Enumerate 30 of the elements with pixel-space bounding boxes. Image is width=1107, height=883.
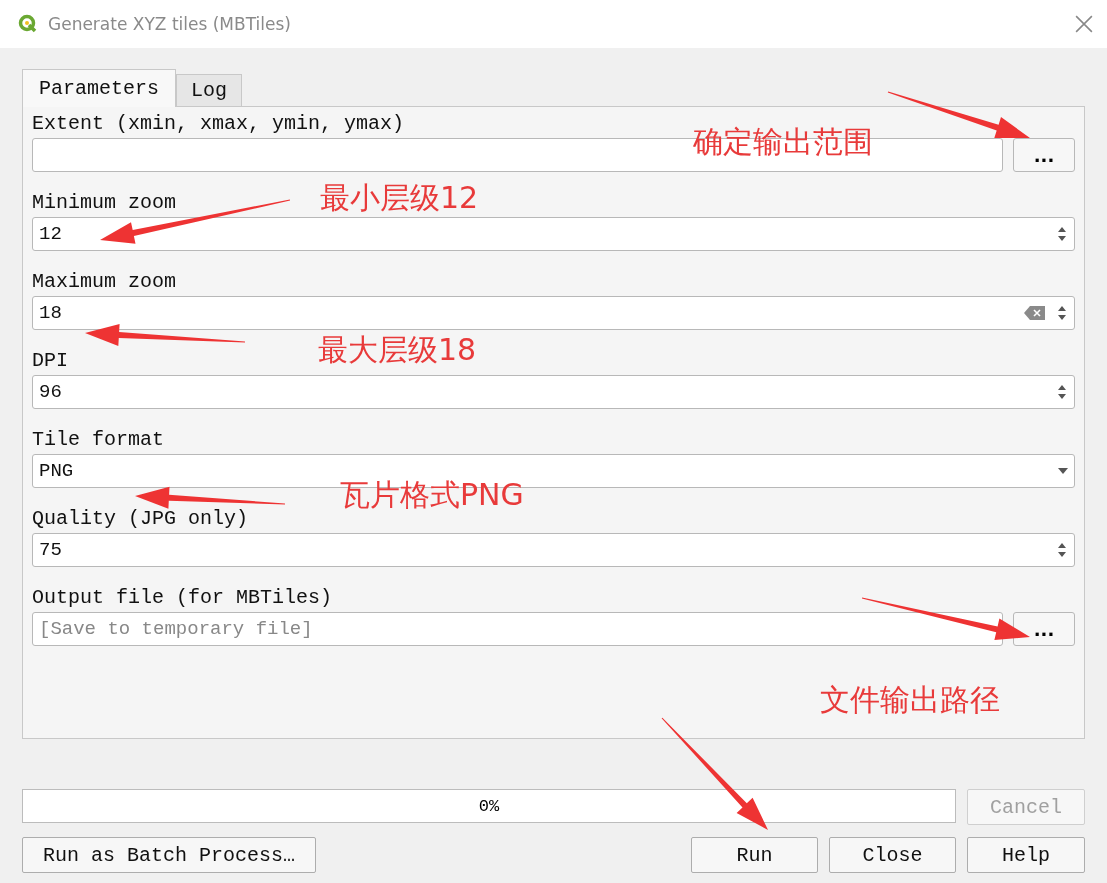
- browse-button[interactable]: ...: [1013, 138, 1075, 172]
- progress-text: 0%: [478, 796, 500, 816]
- clear-icon[interactable]: [1024, 305, 1046, 321]
- dialog-button[interactable]: Run as Batch Process…: [22, 837, 316, 873]
- annotation-text: 最大层级18: [318, 332, 477, 368]
- annotation-text: 确定输出范围: [693, 124, 873, 160]
- field-label: Maximum zoom: [32, 269, 177, 295]
- app-logo-icon: [18, 14, 38, 34]
- spin-box[interactable]: 12: [32, 217, 1075, 251]
- spin-box[interactable]: 18: [32, 296, 1075, 330]
- annotation-text: 文件输出路径: [820, 682, 1000, 718]
- browse-button[interactable]: ...: [1013, 612, 1075, 646]
- caret-icon: [1058, 468, 1068, 474]
- field-label: Tile format: [32, 427, 165, 453]
- dialog-button[interactable]: Close: [829, 837, 956, 873]
- close-icon[interactable]: [1075, 15, 1093, 33]
- dialog-button[interactable]: Help: [967, 837, 1085, 873]
- tab[interactable]: Parameters: [22, 69, 177, 107]
- spin-box[interactable]: 75: [32, 533, 1075, 567]
- dialog-button[interactable]: Run: [691, 837, 818, 873]
- spin-box[interactable]: 96: [32, 375, 1075, 409]
- text-field[interactable]: [Save to temporary file]: [32, 612, 1003, 646]
- field-label: Output file (for MBTiles): [32, 585, 333, 611]
- field-label: Minimum zoom: [32, 190, 177, 216]
- window-title: Generate XYZ tiles (MBTiles): [48, 14, 292, 34]
- field-label: Extent (xmin, xmax, ymin, ymax): [32, 111, 405, 137]
- field-label: DPI: [32, 348, 68, 374]
- annotation-text: 最小层级12: [320, 180, 479, 216]
- tab[interactable]: Log: [176, 74, 243, 106]
- field-label: Quality (JPG only): [32, 506, 249, 532]
